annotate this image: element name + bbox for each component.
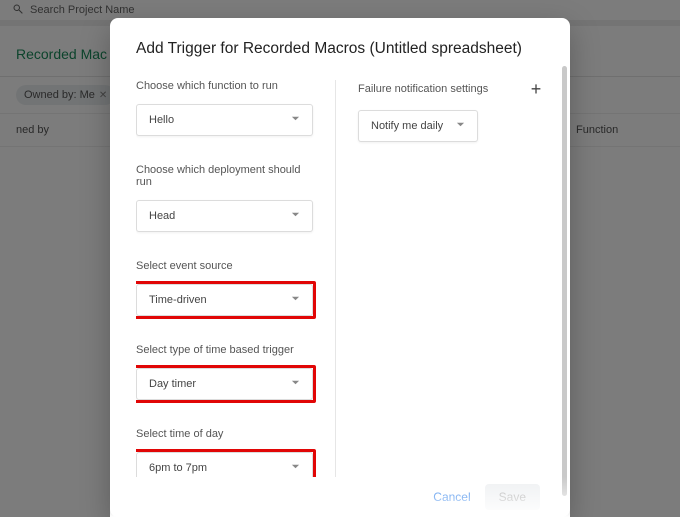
failure-notification-select[interactable]: Notify me daily: [358, 110, 478, 142]
failure-value: Notify me daily: [371, 120, 443, 132]
modal-overlay: Add Trigger for Recorded Macros (Untitle…: [0, 0, 680, 517]
failure-label: Failure notification settings: [358, 83, 488, 95]
chevron-down-icon: [456, 120, 465, 132]
chevron-down-icon: [291, 378, 300, 390]
chevron-down-icon: [291, 114, 300, 126]
event-source-value: Time-driven: [149, 294, 207, 306]
chevron-down-icon: [291, 462, 300, 474]
plus-icon[interactable]: +: [528, 80, 544, 98]
trigger-type-label: Select type of time based trigger: [136, 344, 313, 356]
deployment-select[interactable]: Head: [136, 200, 313, 232]
modal-left-column: Choose which function to run Hello Choos…: [136, 80, 336, 477]
trigger-type-group: Select type of time based trigger Day ti…: [136, 344, 313, 400]
scrollbar[interactable]: [562, 66, 567, 496]
time-of-day-group: Select time of day 6pm to 7pm (GMT+05:30…: [136, 428, 313, 477]
deployment-group: Choose which deployment should run Head: [136, 164, 313, 232]
modal-title: Add Trigger for Recorded Macros (Untitle…: [136, 40, 544, 58]
chevron-down-icon: [291, 294, 300, 306]
chevron-down-icon: [291, 210, 300, 222]
function-group: Choose which function to run Hello: [136, 80, 313, 136]
event-source-select[interactable]: Time-driven: [136, 284, 313, 316]
event-source-label: Select event source: [136, 260, 313, 272]
deployment-label: Choose which deployment should run: [136, 164, 313, 188]
add-trigger-modal: Add Trigger for Recorded Macros (Untitle…: [110, 18, 570, 517]
event-source-group: Select event source Time-driven: [136, 260, 313, 316]
deployment-value: Head: [149, 210, 175, 222]
function-label: Choose which function to run: [136, 80, 313, 92]
time-of-day-select[interactable]: 6pm to 7pm: [136, 452, 313, 477]
modal-right-column: Failure notification settings + Notify m…: [336, 80, 544, 477]
time-of-day-label: Select time of day: [136, 428, 313, 440]
function-value: Hello: [149, 114, 174, 126]
time-of-day-value: 6pm to 7pm: [149, 462, 207, 474]
trigger-type-select[interactable]: Day timer: [136, 368, 313, 400]
function-select[interactable]: Hello: [136, 104, 313, 136]
fade-overlay: [110, 477, 570, 517]
trigger-type-value: Day timer: [149, 378, 196, 390]
